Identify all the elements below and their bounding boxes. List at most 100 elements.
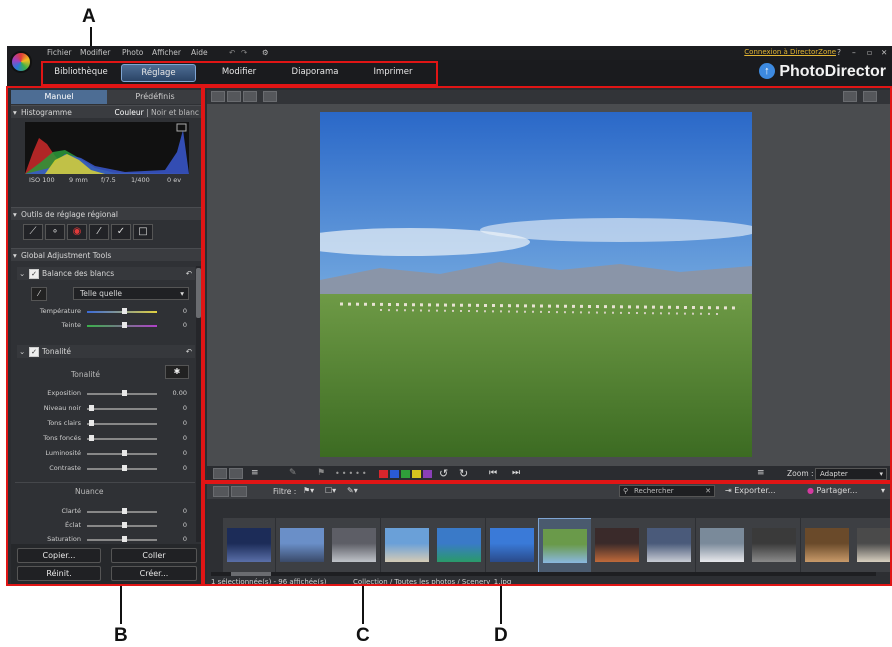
menu-fichier[interactable]: Fichier [47,48,72,57]
color-label-swatch[interactable] [423,470,432,478]
tab-imprimer[interactable]: Imprimer [357,64,429,80]
adjustment-slider[interactable]: Niveau noir 0 [11,403,199,414]
rotate-left-icon[interactable]: ↺ [439,467,448,480]
slider-track[interactable] [87,423,157,425]
thumbnail-item[interactable] [380,518,433,572]
directorzone-link[interactable]: Connexion à DirectorZone [744,48,836,56]
temperature-slider[interactable]: Température 0 [11,306,199,317]
redo-icon[interactable]: ↷ [241,48,247,57]
slider-handle[interactable] [122,390,127,396]
reset-section-icon[interactable]: ↶ [186,345,192,358]
panel-scrollbar-thumb[interactable] [196,268,201,318]
thumbnail-scrollbar[interactable] [211,572,876,576]
white-balance-preset-select[interactable]: Telle quelle ▾ [73,287,189,300]
paste-button[interactable]: Coller [111,548,197,563]
close-icon[interactable]: ✕ [881,48,887,57]
thumbnail-item[interactable] [590,518,643,572]
previous-photo-icon[interactable]: ⏮ [489,468,497,478]
regional-tools-header[interactable]: ▾ Outils de réglage régional [11,207,203,220]
red-eye-tool-icon[interactable]: ◉ [67,224,87,240]
menu-aide[interactable]: Aide [191,48,208,57]
thumbnail-item[interactable] [853,518,892,572]
adjustment-slider[interactable]: Contraste 0 [11,463,199,474]
panel-scrollbar[interactable] [196,266,201,542]
people-icon[interactable] [229,468,243,479]
draw-icon[interactable]: ✎ [289,468,297,478]
slider-handle[interactable] [122,450,127,456]
slider-handle[interactable] [122,522,127,528]
tab-reglage[interactable]: Réglage [121,64,196,82]
tab-diaporama[interactable]: Diaporama [279,64,351,80]
tab-bibliotheque[interactable]: Bibliothèque [45,64,117,80]
histogram-mode-bw[interactable]: Noir et blanc [151,108,199,117]
star-rating-icon[interactable]: ••••• [335,469,369,478]
view-options-icon[interactable]: ≡ [757,468,765,478]
create-preset-button[interactable]: Créer... [111,566,197,581]
restore-icon[interactable]: ▫ [867,48,872,57]
adjustment-slider[interactable]: Exposition 0.00 [11,388,199,399]
reset-section-icon[interactable]: ↶ [186,267,192,280]
gradient-mask-tool-icon[interactable]: □ [133,224,153,240]
tab-modifier[interactable]: Modifier [203,64,275,80]
eyedropper-icon[interactable]: ⁄ [31,287,47,301]
spot-removal-tool-icon[interactable]: ∘ [45,224,65,240]
menu-afficher[interactable]: Afficher [152,48,181,57]
global-tools-header[interactable]: ▾ Global Adjustment Tools [11,248,203,261]
next-photo-icon[interactable]: ⏭ [512,468,520,478]
zoom-tool-icon[interactable] [843,91,857,102]
auto-tone-wand-icon[interactable]: ✱ [165,365,189,379]
adjustment-slider[interactable]: Tons clairs 0 [11,418,199,429]
thumbnail-item[interactable] [538,518,592,574]
viewer-mode-compare-icon[interactable] [227,91,241,102]
slider-handle[interactable] [89,405,94,411]
slider-handle[interactable] [89,435,94,441]
adjustment-slider[interactable]: Tons foncés 0 [11,433,199,444]
white-balance-header[interactable]: ⌄ ✓ Balance des blancs ↶ [17,267,195,280]
info-icon[interactable]: ≡ [251,468,259,478]
color-label-swatch[interactable] [401,470,410,478]
tab-predefinis[interactable]: Prédéfinis [107,90,203,104]
menu-photo[interactable]: Photo [122,48,143,57]
viewer-mode-grid-icon[interactable] [243,91,257,102]
gradient-brush-tool-icon[interactable]: ✓ [111,224,131,240]
tab-manuel[interactable]: Manuel [11,90,107,104]
undo-icon[interactable]: ↶ [229,48,235,57]
tonality-checkbox[interactable]: ✓ [29,347,39,357]
thumbnail-item[interactable] [275,518,328,572]
thumbnail-item[interactable] [800,518,853,572]
minimize-icon[interactable]: – [852,48,856,57]
settings-gear-icon[interactable]: ⚙ [262,48,269,57]
slider-handle[interactable] [122,465,127,471]
copy-button[interactable]: Copier... [17,548,101,563]
help-button[interactable]: ? [837,48,841,57]
white-balance-checkbox[interactable]: ✓ [29,269,39,279]
thumbnail-item[interactable] [485,518,538,572]
reset-button[interactable]: Réinit. [17,566,101,581]
adjustment-slider[interactable]: Éclat 0 [11,520,199,531]
thumbnail-item[interactable] [643,518,695,572]
thumbnail-item[interactable] [748,518,800,572]
histogram-mode-color[interactable]: Couleur [115,108,144,117]
color-label-swatch[interactable] [379,470,388,478]
color-label-swatch[interactable] [412,470,421,478]
thumbnail-scrollbar-thumb[interactable] [231,572,271,576]
zoom-select[interactable]: Adapter ▾ [815,468,887,480]
slider-handle[interactable] [122,536,127,542]
flag-icon[interactable]: ⚑ [317,468,325,478]
tonality-header[interactable]: ⌄ ✓ Tonalité ↶ [17,345,195,358]
adjustment-slider[interactable]: Clarté 0 [11,506,199,517]
slider-track[interactable] [87,408,157,410]
menu-modifier[interactable]: Modifier [80,48,110,57]
crop-rotate-tool-icon[interactable]: ⟋ [23,224,43,240]
viewer-mode-fullscreen-icon[interactable] [263,91,277,102]
histogram-header[interactable]: ▾ Histogramme Couleur | Noir et blanc [11,105,203,118]
brush-tool-icon[interactable]: ⁄ [89,224,109,240]
viewer-mode-single-icon[interactable] [211,91,225,102]
slider-track[interactable] [87,438,157,440]
adjustment-slider[interactable]: Luminosité 0 [11,448,199,459]
tint-slider[interactable]: Teinte 0 [11,320,199,331]
rotate-right-icon[interactable]: ↻ [459,467,468,480]
thumbnail-item[interactable] [695,518,748,572]
thumbnail-item[interactable] [433,518,485,572]
slider-handle[interactable] [89,420,94,426]
